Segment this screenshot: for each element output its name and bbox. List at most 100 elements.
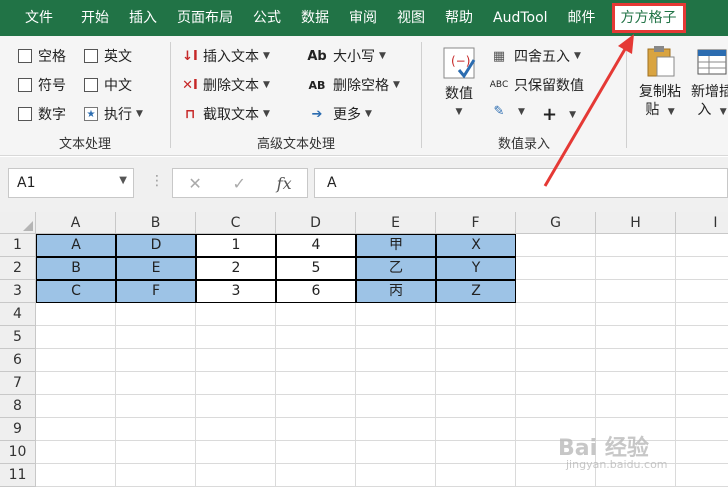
row-header[interactable]: 4 — [0, 303, 36, 326]
grid-cell[interactable] — [516, 349, 596, 372]
name-box[interactable]: A1 ▼ — [8, 168, 134, 198]
grid-cell[interactable] — [516, 303, 596, 326]
formula-input[interactable]: A — [314, 168, 728, 198]
grid-cell[interactable] — [116, 441, 196, 464]
case-button[interactable]: Ab 大小写 ▼ — [305, 46, 386, 66]
grid-cell[interactable] — [196, 464, 276, 487]
grid-cell[interactable] — [116, 326, 196, 349]
grid-cell[interactable]: C — [36, 280, 116, 303]
column-header[interactable]: H — [596, 212, 676, 234]
row-header[interactable]: 5 — [0, 326, 36, 349]
more-button[interactable]: ➔ 更多 ▼ — [305, 104, 372, 124]
column-header[interactable]: B — [116, 212, 196, 234]
grid-cell[interactable] — [356, 372, 436, 395]
row-header[interactable]: 10 — [0, 441, 36, 464]
grid-cell[interactable]: X — [436, 234, 516, 257]
grid-cell[interactable] — [596, 326, 676, 349]
grid-cell[interactable] — [596, 257, 676, 280]
grid-cell[interactable] — [516, 280, 596, 303]
row-header[interactable]: 2 — [0, 257, 36, 280]
grid-cell[interactable] — [436, 441, 516, 464]
copy-paste-button[interactable]: 复制粘 贴 ▼ — [635, 44, 685, 121]
row-header[interactable]: 7 — [0, 372, 36, 395]
grid-cell[interactable] — [596, 372, 676, 395]
chevron-down-icon[interactable]: ▼ — [119, 175, 127, 186]
grid-cell[interactable] — [276, 303, 356, 326]
grid-cell[interactable] — [676, 395, 728, 418]
column-header[interactable]: G — [516, 212, 596, 234]
grid-cell[interactable] — [276, 372, 356, 395]
grid-cell[interactable] — [196, 441, 276, 464]
tab-data[interactable]: 数据 — [291, 0, 339, 36]
cancel-icon[interactable]: ✕ — [188, 174, 201, 193]
grid-cell[interactable] — [196, 349, 276, 372]
grid-cell[interactable] — [196, 418, 276, 441]
grid-cell[interactable] — [356, 441, 436, 464]
grid-cell[interactable] — [36, 349, 116, 372]
row-header[interactable]: 9 — [0, 418, 36, 441]
delete-spaces-button[interactable]: AB 删除空格 ▼ — [305, 75, 400, 95]
tab-help[interactable]: 帮助 — [435, 0, 483, 36]
row-header[interactable]: 11 — [0, 464, 36, 487]
column-header[interactable]: C — [196, 212, 276, 234]
insert-text-button[interactable]: ↓I 插入文本 ▼ — [181, 46, 270, 66]
grid-cell[interactable] — [276, 441, 356, 464]
grid-cell[interactable] — [356, 326, 436, 349]
execute-button[interactable]: ★ 执行 ▼ — [84, 104, 143, 124]
column-header[interactable]: A — [36, 212, 116, 234]
grid-cell[interactable] — [676, 441, 728, 464]
grid-cell[interactable] — [276, 326, 356, 349]
grid-cell[interactable]: 5 — [276, 257, 356, 280]
checkbox-box[interactable] — [18, 107, 32, 121]
grid-cell[interactable]: 甲 — [356, 234, 436, 257]
checkbox-space[interactable]: 空格 — [18, 46, 66, 66]
select-all-corner[interactable] — [0, 212, 36, 234]
grid-cell[interactable] — [276, 464, 356, 487]
checkbox-box[interactable] — [84, 49, 98, 63]
grid-cell[interactable]: 6 — [276, 280, 356, 303]
grid-cell[interactable] — [196, 326, 276, 349]
grid-cell[interactable] — [196, 303, 276, 326]
grid-cell[interactable] — [276, 349, 356, 372]
grid-cell[interactable] — [36, 464, 116, 487]
numeric-button[interactable]: (−) 数值 ▼ — [436, 46, 482, 121]
extract-text-button[interactable]: ⊓ 截取文本 ▼ — [181, 104, 270, 124]
grid-cell[interactable] — [36, 395, 116, 418]
grid-cell[interactable] — [436, 464, 516, 487]
column-header[interactable]: F — [436, 212, 516, 234]
grid-cell[interactable] — [36, 303, 116, 326]
grid-cell[interactable] — [436, 395, 516, 418]
grid-cell[interactable] — [116, 372, 196, 395]
grid-cell[interactable] — [516, 395, 596, 418]
enter-icon[interactable]: ✓ — [233, 174, 246, 193]
grid-cell[interactable]: 4 — [276, 234, 356, 257]
tab-view[interactable]: 视图 — [387, 0, 435, 36]
grid-cell[interactable] — [356, 349, 436, 372]
grid-cell[interactable] — [436, 372, 516, 395]
grid-cell[interactable] — [676, 349, 728, 372]
grid-cell[interactable]: D — [116, 234, 196, 257]
grid-cell[interactable] — [676, 280, 728, 303]
tab-home[interactable]: 开始 — [71, 0, 119, 36]
grid-cell[interactable] — [196, 372, 276, 395]
row-header[interactable]: 3 — [0, 280, 36, 303]
row-header[interactable]: 1 — [0, 234, 36, 257]
round-button[interactable]: ▦ 四舍五入 ▼ — [488, 46, 581, 66]
grid-cell[interactable] — [116, 464, 196, 487]
grid-cell[interactable] — [116, 395, 196, 418]
grid-cell[interactable] — [36, 372, 116, 395]
grid-cell[interactable] — [596, 234, 676, 257]
keep-numeric-button[interactable]: ABC 只保留数值 — [488, 75, 584, 95]
grid-cell[interactable] — [596, 395, 676, 418]
grid-cell[interactable]: B — [36, 257, 116, 280]
delete-text-button[interactable]: ✕I 删除文本 ▼ — [181, 75, 270, 95]
grid-cell[interactable] — [596, 303, 676, 326]
checkbox-box[interactable] — [84, 78, 98, 92]
tab-file[interactable]: 文件 — [0, 0, 71, 36]
grid-cell[interactable]: 丙 — [356, 280, 436, 303]
grid-cell[interactable]: F — [116, 280, 196, 303]
grid-cell[interactable] — [356, 464, 436, 487]
plus-dropdown-button[interactable]: + ▼ — [542, 104, 576, 125]
grid-cell[interactable] — [116, 303, 196, 326]
grid-cell[interactable] — [676, 372, 728, 395]
